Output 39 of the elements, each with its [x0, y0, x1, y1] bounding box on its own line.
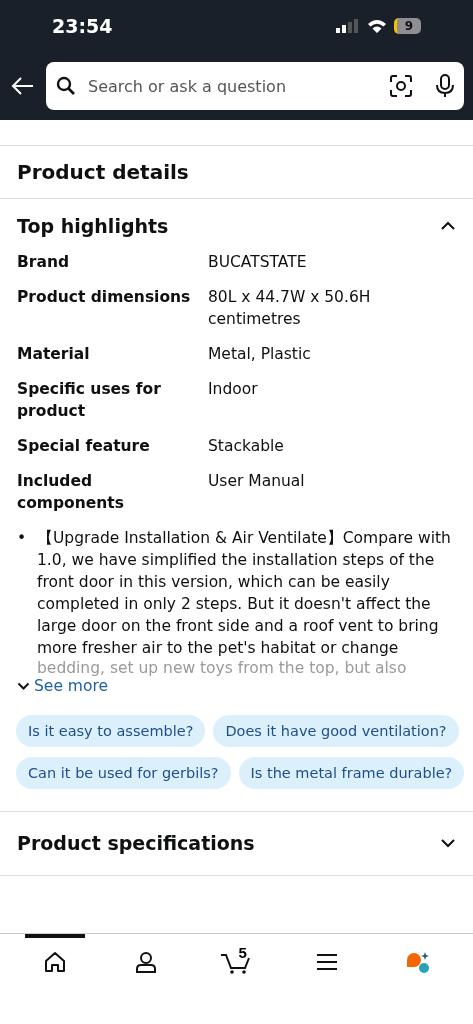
cart-count: 5 [238, 944, 247, 961]
attribute-label: Material [17, 344, 91, 365]
status-time: 23:54 [52, 15, 113, 37]
microphone-icon[interactable] [436, 74, 454, 98]
home-icon [43, 950, 68, 974]
attribute-value: Metal, Plastic [208, 344, 312, 365]
search-bar[interactable]: Search or ask a question [46, 62, 464, 110]
question-chip[interactable]: Is the metal frame durable? [238, 757, 465, 789]
question-chip[interactable]: Is it easy to assemble? [16, 715, 206, 747]
battery-level: 9 [393, 18, 421, 34]
camera-scan-icon[interactable] [390, 75, 412, 97]
section-title: Product specifications [17, 832, 255, 854]
person-icon [133, 950, 158, 974]
attribute-label: Specific uses for product [17, 379, 162, 422]
signal-icon [335, 19, 360, 33]
faded-text: bedding, set up new toys from the top, but also [36, 659, 408, 677]
attribute-label: Product dimensions [17, 286, 208, 343]
chevron-down-icon[interactable] [440, 838, 456, 848]
attribute-value: Indoor [208, 379, 259, 400]
attribute-value: 80L x 44.7W x 50.6H centimetres [208, 287, 372, 330]
attribute-value: Stackable [208, 436, 285, 457]
bullet-marker: • [17, 528, 28, 549]
highlight-text: 【Upgrade Installation & Air Ventilate】Compare with 1.0, we have simplified the installation steps of the front door in this version, which can be easily completed in only 2 steps. But it doesn't affect the large door on the front side and a roof vent to bring more fresher air to the pet's habitat or change [37, 528, 452, 659]
question-chip[interactable]: Can it be used for gerbils? [16, 757, 231, 789]
section-heading: Product details [0, 146, 473, 199]
section-title: Top highlights [17, 215, 169, 237]
attribute-label: Special feature [17, 436, 151, 457]
question-chip[interactable]: Does it have good ventilation? [213, 715, 459, 747]
search-icon [56, 76, 76, 96]
nav-tab[interactable]: 5 [206, 934, 267, 990]
see-more-link[interactable]: See more [34, 677, 108, 695]
back-arrow-icon[interactable] [10, 76, 34, 96]
chevron-up-icon[interactable] [440, 221, 456, 231]
attribute-label: Brand [17, 252, 71, 273]
chevron-down-icon[interactable] [17, 681, 30, 691]
attribute-label: Included components [17, 471, 125, 514]
attribute-value: User Manual [208, 471, 306, 492]
wifi-icon [366, 18, 387, 34]
attribute-value: BUCATSTATE [208, 252, 308, 273]
